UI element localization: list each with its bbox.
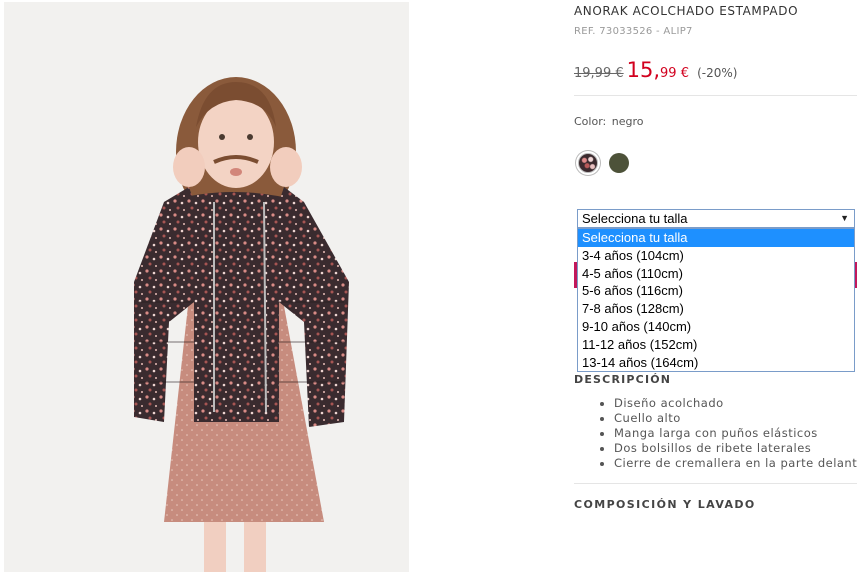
list-item: Dos bolsillos de ribete laterales [614,441,857,456]
product-reference: REF. 73033526 - ALIP7 [574,26,693,37]
sale-price-integer: 15, [626,58,661,82]
list-item: Manga larga con puños elásticos [614,426,857,441]
divider [574,95,857,96]
divider [574,483,857,484]
size-option[interactable]: 13-14 años (164cm) [578,354,854,372]
description-list: Diseño acolchado Cuello alto Manga larga… [596,396,857,471]
size-option[interactable]: 4-5 años (110cm) [578,265,854,283]
discount-badge: (-20%) [697,66,738,80]
composition-heading[interactable]: COMPOSICIÓN Y LAVADO [574,498,756,511]
list-item: Diseño acolchado [614,396,857,411]
product-info-panel: ANORAK ACOLCHADO ESTAMPADO REF. 73033526… [574,0,857,574]
size-option[interactable]: 11-12 años (152cm) [578,336,854,354]
size-option[interactable]: 5-6 años (116cm) [578,282,854,300]
size-select[interactable]: Selecciona tu talla ▼ [577,209,855,228]
size-option[interactable]: Selecciona tu talla [578,229,854,247]
price-row: 19,99 €15,99 € (-20%) [574,58,737,88]
sale-price-decimals: 99 € [660,66,689,81]
color-swatch-olive[interactable] [609,153,629,173]
product-photo[interactable] [4,2,409,572]
list-item: Cuello alto [614,411,857,426]
chevron-down-icon[interactable]: ▼ [840,210,849,227]
size-option[interactable]: 9-10 años (140cm) [578,318,854,336]
list-item: Cierre de cremallera en la parte delante… [614,456,857,471]
description-heading[interactable]: DESCRIPCIÓN [574,373,671,386]
size-option[interactable]: 3-4 años (104cm) [578,247,854,265]
color-value: negro [611,115,644,128]
color-swatch-floral[interactable] [578,153,598,173]
size-select-value: Selecciona tu talla [582,211,688,226]
size-dropdown-list[interactable]: Selecciona tu talla 3-4 años (104cm) 4-5… [577,228,855,373]
color-label: Color: negro [574,115,643,128]
old-price: 19,99 € [574,66,624,81]
color-label-text: Color: [574,115,607,128]
product-photo-illustration [134,77,349,572]
product-title: ANORAK ACOLCHADO ESTAMPADO [574,4,799,18]
size-option[interactable]: 7-8 años (128cm) [578,300,854,318]
